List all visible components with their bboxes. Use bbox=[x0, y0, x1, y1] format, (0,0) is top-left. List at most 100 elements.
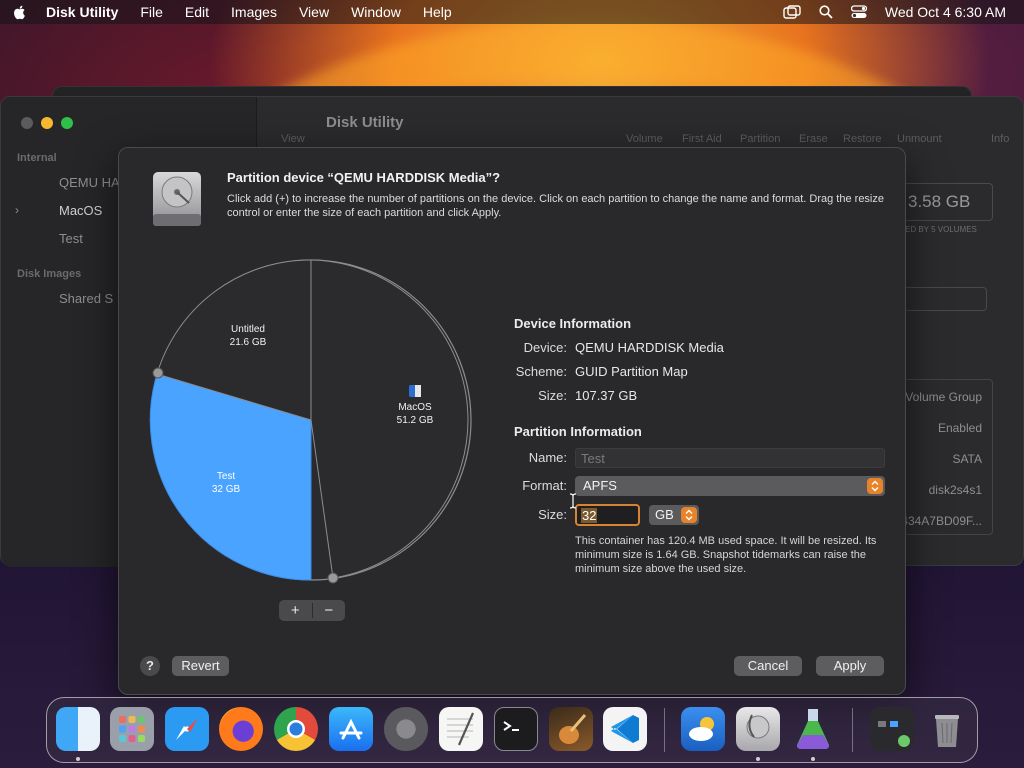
downloads-stack-icon[interactable] bbox=[870, 707, 914, 751]
scheme-label: Scheme: bbox=[515, 364, 567, 379]
pie-label-test-size: 32 GB bbox=[212, 484, 241, 495]
pie-label-untitled-size: 21.6 GB bbox=[230, 337, 267, 348]
menu-bar: Disk Utility File Edit Images View Windo… bbox=[0, 0, 1024, 24]
cancel-button[interactable]: Cancel bbox=[734, 656, 802, 676]
partition-pie-chart: Untitled 21.6 GB MacOS 51.2 GB Test 32 G… bbox=[149, 259, 472, 584]
sidebar-header-disk-images: Disk Images bbox=[17, 268, 82, 280]
close-window-button[interactable] bbox=[21, 117, 33, 129]
toolbar-restore[interactable]: Restore bbox=[843, 133, 882, 145]
size-unit-value: GB bbox=[655, 507, 674, 522]
toolbar-unmount[interactable]: Unmount bbox=[897, 133, 942, 145]
format-label: Format: bbox=[522, 478, 567, 493]
running-indicator bbox=[811, 757, 815, 761]
sidebar-header-internal: Internal bbox=[17, 152, 57, 164]
menubar-clock[interactable]: Wed Oct 4 6:30 AM bbox=[885, 4, 1006, 20]
toolbar-view[interactable]: View bbox=[281, 133, 305, 145]
chrome-icon[interactable] bbox=[274, 707, 318, 751]
sheet-description: Click add (+) to increase the number of … bbox=[227, 193, 884, 219]
add-partition-button[interactable]: + bbox=[279, 600, 312, 621]
size-note: This container has 120.4 MB used space. … bbox=[575, 535, 877, 575]
sidebar-item-macos[interactable]: MacOS bbox=[59, 203, 102, 218]
partition-sheet: Partition device “QEMU HARDDISK Media”? … bbox=[118, 147, 906, 695]
partition-size-label: Size: bbox=[538, 507, 567, 522]
menu-view[interactable]: View bbox=[299, 4, 329, 20]
macos-volume-icon bbox=[409, 385, 421, 397]
control-center-icon[interactable] bbox=[850, 5, 867, 19]
device-label: Device: bbox=[523, 340, 567, 355]
pie-slice-macos[interactable] bbox=[310, 259, 469, 579]
menu-edit[interactable]: Edit bbox=[185, 4, 209, 20]
dock bbox=[46, 697, 978, 763]
finder-icon[interactable] bbox=[56, 707, 100, 751]
pie-label-untitled-name: Untitled bbox=[231, 324, 265, 335]
help-button[interactable]: ? bbox=[140, 656, 160, 676]
scheme-value: GUID Partition Map bbox=[575, 364, 688, 379]
sheet-title: Partition device “QEMU HARDDISK Media”? bbox=[227, 170, 501, 185]
apple-menu-icon[interactable] bbox=[12, 4, 28, 20]
usage-bar bbox=[903, 287, 987, 311]
spotlight-search-icon[interactable] bbox=[819, 5, 833, 19]
info-cell: Enabled bbox=[937, 421, 982, 435]
device-size-value: 107.37 GB bbox=[575, 388, 638, 403]
launchpad-icon[interactable] bbox=[110, 707, 154, 751]
trash-icon[interactable] bbox=[925, 707, 969, 751]
sidebar-item-shared[interactable]: Shared S bbox=[59, 291, 113, 306]
text-cursor-icon bbox=[569, 493, 577, 509]
partition-name-field[interactable]: Test bbox=[575, 448, 885, 468]
hard-drive-icon bbox=[153, 172, 201, 226]
partition-size-field[interactable]: 32 bbox=[575, 504, 640, 526]
screen-mirroring-icon[interactable] bbox=[783, 5, 801, 19]
select-chevron-icon bbox=[867, 478, 883, 494]
minimize-window-button[interactable] bbox=[41, 117, 53, 129]
resize-handle[interactable] bbox=[327, 572, 339, 584]
terminal-icon[interactable] bbox=[494, 707, 538, 751]
info-cell: 434A7BD09F... bbox=[901, 514, 982, 528]
disclosure-chevron-icon[interactable]: › bbox=[15, 203, 19, 217]
unit-chevron-icon bbox=[681, 507, 697, 523]
disk-utility-icon[interactable] bbox=[736, 707, 780, 751]
firefox-icon[interactable] bbox=[219, 707, 263, 751]
size-unit-select[interactable]: GB bbox=[649, 505, 699, 525]
menu-app-name[interactable]: Disk Utility bbox=[46, 4, 118, 20]
app-store-icon[interactable] bbox=[329, 707, 373, 751]
sidebar-item-qemu[interactable]: QEMU HA bbox=[59, 175, 120, 190]
flask-app-icon[interactable] bbox=[791, 707, 835, 751]
partition-size-value: 32 bbox=[581, 508, 598, 523]
name-label: Name: bbox=[528, 450, 567, 465]
system-settings-icon[interactable] bbox=[384, 707, 428, 751]
safari-icon[interactable] bbox=[165, 707, 209, 751]
garageband-icon[interactable] bbox=[549, 707, 593, 751]
info-cell: SATA bbox=[952, 452, 982, 466]
toolbar-partition[interactable]: Partition bbox=[740, 133, 780, 145]
apply-button[interactable]: Apply bbox=[816, 656, 884, 676]
format-select[interactable]: APFS bbox=[575, 476, 885, 496]
textedit-icon[interactable] bbox=[439, 707, 483, 751]
menu-window[interactable]: Window bbox=[351, 4, 401, 20]
format-select-value: APFS bbox=[583, 478, 617, 493]
menu-help[interactable]: Help bbox=[423, 4, 452, 20]
toolbar-erase[interactable]: Erase bbox=[799, 133, 828, 145]
partition-info-heading: Partition Information bbox=[514, 424, 642, 439]
toolbar-volume[interactable]: Volume bbox=[626, 133, 663, 145]
zoom-window-button[interactable] bbox=[61, 117, 73, 129]
revert-button[interactable]: Revert bbox=[172, 656, 229, 676]
dock-separator bbox=[852, 708, 853, 752]
vscode-icon[interactable] bbox=[603, 707, 647, 751]
toolbar-info[interactable]: Info bbox=[991, 133, 1009, 145]
pie-label-macos-size: 51.2 GB bbox=[397, 415, 434, 426]
weather-icon[interactable] bbox=[681, 707, 725, 751]
sidebar-item-test[interactable]: Test bbox=[59, 231, 83, 246]
window-title: Disk Utility bbox=[326, 114, 404, 131]
menu-file[interactable]: File bbox=[140, 4, 163, 20]
running-indicator bbox=[76, 757, 80, 761]
remove-partition-button[interactable]: − bbox=[313, 600, 346, 621]
info-cell: Volume Group bbox=[905, 390, 982, 404]
menu-images[interactable]: Images bbox=[231, 4, 277, 20]
dock-separator bbox=[664, 708, 665, 752]
toolbar-first-aid[interactable]: First Aid bbox=[682, 133, 722, 145]
capacity-subtitle: ED BY 5 VOLUMES bbox=[905, 225, 977, 234]
capacity-display: 3.58 GB bbox=[903, 183, 993, 221]
resize-handle[interactable] bbox=[152, 367, 164, 379]
add-remove-control: + − bbox=[279, 600, 345, 621]
pie-label-macos-name: MacOS bbox=[398, 402, 432, 413]
